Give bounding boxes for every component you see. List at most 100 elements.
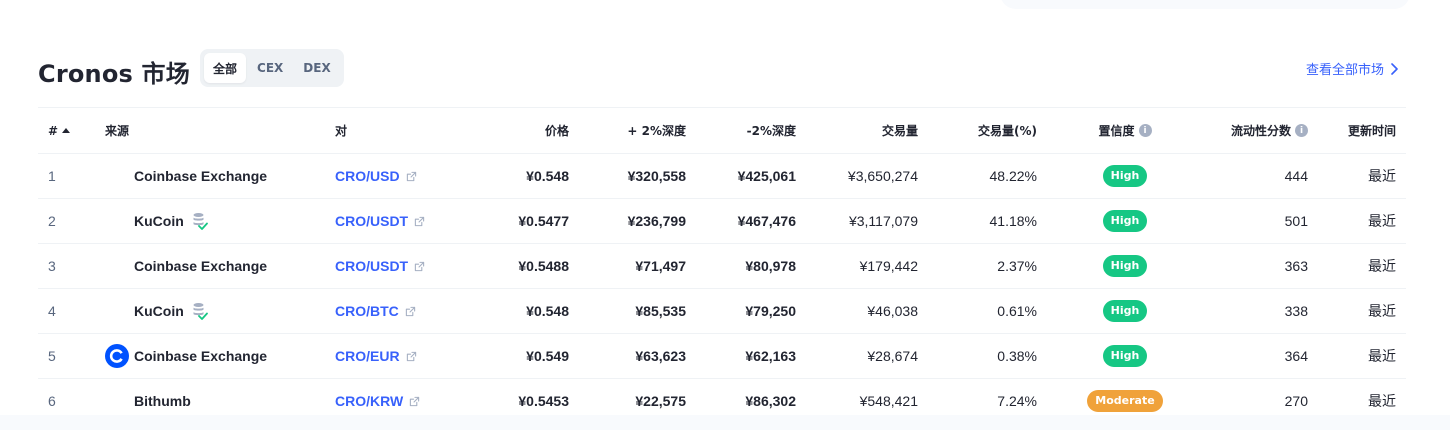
external-link-icon	[414, 216, 425, 226]
row-price: ¥0.5488	[459, 243, 569, 289]
row-updated: 最近	[1308, 243, 1406, 289]
pair-link[interactable]: CRO/USDT	[335, 258, 408, 274]
database-check-icon	[193, 303, 208, 320]
row-pair[interactable]: CRO/USDT	[335, 243, 459, 289]
row-pair[interactable]: CRO/USD	[335, 153, 459, 199]
row-pair[interactable]: CRO/EUR	[335, 333, 459, 379]
confidence-badge: Moderate	[1087, 390, 1163, 413]
exchange-logo	[105, 389, 129, 413]
row-depth-plus: ¥320,558	[569, 153, 686, 199]
row-confidence: High	[1037, 153, 1173, 199]
row-volume-pct: 0.38%	[918, 333, 1037, 379]
row-price: ¥0.549	[459, 333, 569, 379]
row-updated: 最近	[1308, 198, 1406, 244]
filter-tab-dex[interactable]: DEX	[294, 53, 339, 83]
row-depth-minus: ¥425,061	[686, 153, 796, 199]
row-confidence: High	[1037, 198, 1173, 244]
markets-header: Cronos 市场 全部 CEX DEX 查看全部市场	[38, 48, 1404, 88]
row-depth-plus: ¥85,535	[569, 288, 686, 334]
table-header-row: # 来源 对 价格 + 2%深度 -2%深度 交易量 交易量(%) 置信度 i 流…	[38, 107, 1406, 154]
pair-link[interactable]: CRO/USDT	[335, 213, 408, 229]
col-liquidity[interactable]: 流动性分数 i	[1173, 107, 1308, 154]
exchange-name: Coinbase Exchange	[134, 168, 268, 184]
col-rank[interactable]: #	[38, 107, 105, 154]
verified-data-icon	[192, 212, 208, 230]
exchange-name: KuCoin	[134, 213, 184, 229]
row-depth-minus: ¥62,163	[686, 333, 796, 379]
row-rank: 4	[38, 288, 105, 334]
row-volume-pct: 0.61%	[918, 288, 1037, 334]
row-confidence: High	[1037, 243, 1173, 289]
row-updated: 最近	[1308, 153, 1406, 199]
coinbase-logo	[105, 344, 129, 368]
exchange-logo	[105, 209, 129, 233]
row-source[interactable]: KuCoin	[105, 288, 335, 334]
row-liquidity: 363	[1173, 243, 1308, 289]
database-check-icon	[193, 213, 208, 230]
row-source[interactable]: Coinbase Exchange	[105, 243, 335, 289]
row-liquidity: 501	[1173, 198, 1308, 244]
confidence-badge: High	[1102, 210, 1148, 232]
external-link-icon	[405, 306, 415, 316]
row-depth-plus: ¥71,497	[569, 243, 686, 289]
external-link-icon	[410, 396, 420, 406]
row-source[interactable]: KuCoin	[105, 198, 335, 244]
row-source[interactable]: Coinbase Exchange	[105, 153, 335, 199]
view-all-markets-link[interactable]: 查看全部市场	[1306, 59, 1400, 78]
row-volume: ¥28,674	[796, 333, 918, 379]
confidence-badge: High	[1102, 165, 1148, 187]
col-volume-pct[interactable]: 交易量(%)	[918, 107, 1037, 154]
row-source[interactable]: Coinbase Exchange	[105, 333, 335, 379]
exchange-logo	[105, 164, 129, 188]
row-liquidity: 364	[1173, 333, 1308, 379]
exchange-name: KuCoin	[134, 303, 184, 319]
pair-link[interactable]: CRO/USD	[335, 168, 400, 184]
confidence-badge: High	[1102, 300, 1148, 322]
confidence-badge: High	[1102, 345, 1148, 367]
exchange-logo	[105, 299, 129, 323]
col-depth-plus[interactable]: + 2%深度	[569, 107, 686, 154]
row-volume-pct: 2.37%	[918, 243, 1037, 289]
row-price: ¥0.548	[459, 288, 569, 334]
row-depth-minus: ¥80,978	[686, 243, 796, 289]
col-updated: 更新时间	[1308, 107, 1406, 154]
table-row: 4 KuCoin CRO/BTC ¥0.548 ¥85,535 ¥79,250 ¥46,03…	[38, 288, 1406, 334]
row-updated: 最近	[1308, 288, 1406, 334]
row-rank: 2	[38, 198, 105, 244]
row-depth-plus: ¥236,799	[569, 198, 686, 244]
table-row: 3 Coinbase Exchange CRO/USDT ¥0.5488 ¥71,497…	[38, 243, 1406, 289]
markets-table: # 来源 对 价格 + 2%深度 -2%深度 交易量 交易量(%) 置信度 i 流…	[38, 107, 1406, 424]
col-source: 来源	[105, 107, 335, 154]
table-row: 5 Coinbase Exchange CRO/EUR ¥0.549 ¥63,623 ¥6…	[38, 333, 1406, 379]
row-rank: 5	[38, 333, 105, 379]
row-volume: ¥3,117,079	[796, 198, 918, 244]
col-confidence: 置信度 i	[1037, 107, 1173, 154]
info-icon[interactable]: i	[1138, 124, 1152, 137]
chevron-right-icon	[1391, 62, 1398, 75]
col-pair: 对	[335, 107, 459, 154]
exchange-logo	[105, 254, 129, 278]
row-confidence: High	[1037, 333, 1173, 379]
row-rank: 1	[38, 153, 105, 199]
sort-up-icon	[62, 127, 71, 133]
pair-link[interactable]: CRO/BTC	[335, 303, 399, 319]
row-depth-minus: ¥467,476	[686, 198, 796, 244]
market-filter-tabs: 全部 CEX DEX	[200, 49, 344, 87]
row-price: ¥0.5477	[459, 198, 569, 244]
exchange-name: Coinbase Exchange	[134, 348, 268, 364]
col-depth-minus[interactable]: -2%深度	[686, 107, 796, 154]
filter-tab-all[interactable]: 全部	[204, 53, 247, 83]
pair-link[interactable]: CRO/EUR	[335, 348, 400, 364]
row-price: ¥0.548	[459, 153, 569, 199]
filter-tab-cex[interactable]: CEX	[248, 53, 292, 83]
page-title: Cronos 市场	[38, 60, 190, 88]
col-volume[interactable]: 交易量	[796, 107, 918, 154]
row-pair[interactable]: CRO/BTC	[335, 288, 459, 334]
pair-link[interactable]: CRO/KRW	[335, 393, 403, 409]
bottom-fade	[0, 415, 1450, 430]
external-link-icon	[406, 171, 416, 181]
info-icon[interactable]: i	[1295, 124, 1308, 137]
row-pair[interactable]: CRO/USDT	[335, 198, 459, 244]
col-price[interactable]: 价格	[459, 107, 569, 154]
external-link-icon	[414, 261, 425, 271]
